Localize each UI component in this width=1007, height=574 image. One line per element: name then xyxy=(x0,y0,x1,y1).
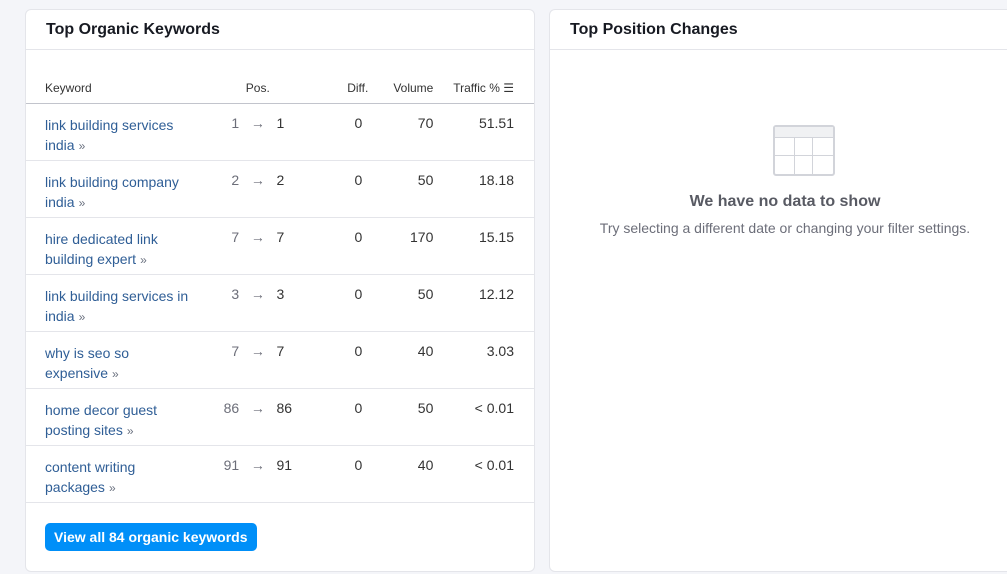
volume: 170 xyxy=(410,229,434,245)
pos-from: 2 xyxy=(231,172,240,188)
card-title: Top Organic Keywords xyxy=(26,10,534,50)
diff: 0 xyxy=(354,457,363,473)
pos-to: 1 xyxy=(276,115,285,131)
arrow-icon: → xyxy=(250,115,265,131)
table-row: content writing packages» 91 → 91 0 40 <… xyxy=(26,445,534,503)
traffic: 3.03 xyxy=(486,343,514,359)
chevron-icon: » xyxy=(78,139,86,153)
arrow-icon: → xyxy=(250,229,265,245)
traffic: 15.15 xyxy=(478,229,514,245)
top-organic-keywords-card: Top Organic Keywords Keyword Pos. Diff. … xyxy=(25,9,535,572)
traffic: < 0.01 xyxy=(474,400,514,416)
traffic: 18.18 xyxy=(478,172,514,188)
table-row: why is seo so expensive» 7 → 7 0 40 3.03 xyxy=(26,331,534,389)
keyword-link[interactable]: link building services india» xyxy=(45,104,205,156)
pos-from: 7 xyxy=(231,229,240,245)
empty-title: We have no data to show xyxy=(689,193,881,210)
arrow-icon: → xyxy=(250,286,265,302)
keyword-link[interactable]: link building company india» xyxy=(45,161,205,213)
col-keyword: Keyword xyxy=(26,72,205,104)
volume: 50 xyxy=(417,172,434,188)
chevron-icon: » xyxy=(140,253,147,267)
volume: 50 xyxy=(417,400,434,416)
keyword-link[interactable]: link building services in india» xyxy=(45,275,205,327)
diff: 0 xyxy=(354,343,363,359)
pos-from: 3 xyxy=(231,286,240,302)
arrow-icon: → xyxy=(250,172,265,188)
pos-to: 2 xyxy=(276,172,285,188)
pos-to: 91 xyxy=(276,457,293,473)
table-row: hire dedicated link building expert» 7 →… xyxy=(26,217,534,275)
table-row: home decor guest posting sites» 86 → 86 … xyxy=(26,388,534,446)
sort-icon[interactable]: ☰ xyxy=(503,81,514,95)
view-all-keywords-button[interactable]: View all 84 organic keywords xyxy=(45,523,257,551)
pos-from: 7 xyxy=(231,343,240,359)
arrow-icon: → xyxy=(250,343,265,359)
traffic: 12.12 xyxy=(478,286,514,302)
card-title: Top Position Changes xyxy=(550,10,1007,50)
diff: 0 xyxy=(354,172,363,188)
volume: 50 xyxy=(417,286,434,302)
arrow-icon: → xyxy=(250,457,265,473)
traffic: < 0.01 xyxy=(474,457,514,473)
chevron-icon: » xyxy=(78,310,86,324)
keyword-link[interactable]: hire dedicated link building expert» xyxy=(45,218,205,270)
volume: 40 xyxy=(417,343,434,359)
volume: 40 xyxy=(417,457,434,473)
table-row: link building company india» 2 → 2 0 50 … xyxy=(26,160,534,218)
col-pos: Pos. xyxy=(205,72,311,104)
empty-subtitle: Try selecting a different date or changi… xyxy=(599,220,971,236)
pos-to: 3 xyxy=(276,286,285,302)
pos-to: 7 xyxy=(276,229,285,245)
col-volume: Volume xyxy=(368,72,434,104)
arrow-icon: → xyxy=(250,400,265,416)
diff: 0 xyxy=(354,229,363,245)
table-row: link building services in india» 3 → 3 0… xyxy=(26,274,534,332)
table-row: link building services india» 1 → 1 0 70… xyxy=(26,103,534,161)
chevron-icon: » xyxy=(126,424,134,438)
top-position-changes-card: Top Position Changes We have no data to … xyxy=(549,9,1007,572)
diff: 0 xyxy=(354,115,363,131)
col-traffic[interactable]: Traffic % ☰ xyxy=(433,72,534,104)
pos-to: 86 xyxy=(276,400,293,416)
pos-to: 7 xyxy=(276,343,285,359)
pos-from: 91 xyxy=(223,457,240,473)
col-diff: Diff. xyxy=(310,72,369,104)
chevron-icon: » xyxy=(108,481,116,495)
pos-from: 1 xyxy=(231,115,240,131)
pos-from: 86 xyxy=(223,400,240,416)
empty-table-icon xyxy=(773,125,835,176)
chevron-icon: » xyxy=(78,196,86,210)
volume: 70 xyxy=(417,115,434,131)
chevron-icon: » xyxy=(112,367,119,381)
diff: 0 xyxy=(354,400,363,416)
keywords-table: Keyword Pos. Diff. Volume Traffic % ☰ li… xyxy=(26,72,534,503)
keyword-link[interactable]: content writing packages» xyxy=(45,446,205,498)
keyword-link[interactable]: why is seo so expensive» xyxy=(45,332,205,384)
keyword-link[interactable]: home decor guest posting sites» xyxy=(45,389,205,441)
diff: 0 xyxy=(354,286,363,302)
traffic: 51.51 xyxy=(478,115,514,131)
